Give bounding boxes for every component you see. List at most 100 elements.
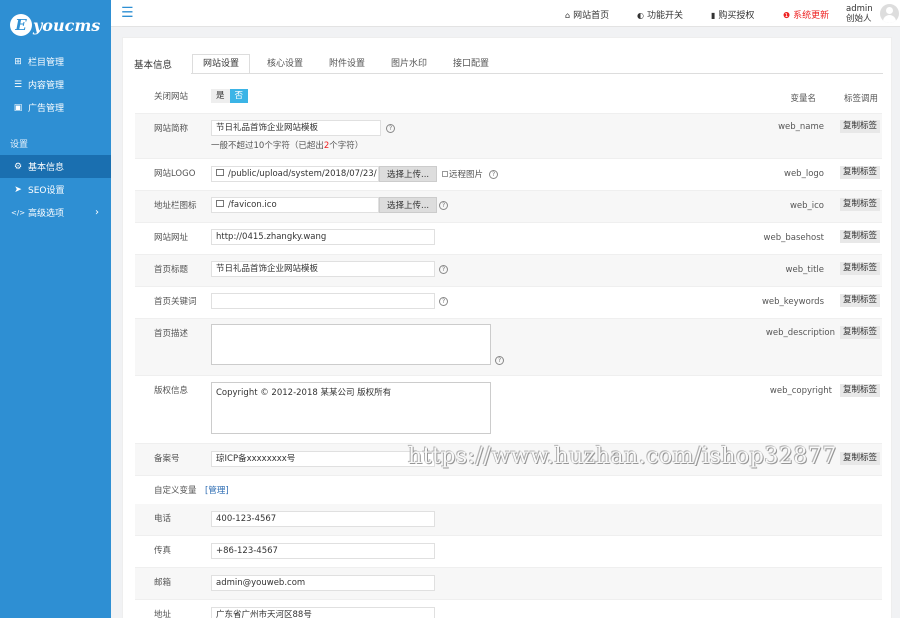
copy-tag-button[interactable]: 复制标签	[839, 384, 880, 397]
favicon-value: /favicon.ico	[228, 200, 277, 210]
row-fax: 传真 +86-123-4567	[135, 536, 882, 568]
upload-logo-button[interactable]: 选择上传...	[379, 166, 438, 182]
copy-tag-button[interactable]: 复制标签	[839, 326, 880, 339]
row-close-site: 关闭网站 是 否 变量名 标签调用	[135, 82, 882, 114]
home-link[interactable]: ⌂ 网站首页	[565, 8, 609, 21]
buy-license-link[interactable]: ▮ 购买授权	[711, 8, 754, 21]
varname: web_copyright	[769, 386, 832, 396]
copy-tag-button[interactable]: 复制标签	[839, 452, 880, 465]
image-icon: ▣	[13, 102, 23, 113]
help-icon[interactable]: ?	[386, 124, 395, 133]
site-name-hint: 一般不超过10个字符（已超出2个字符）	[211, 139, 363, 151]
tab-core-settings[interactable]: 核心设置	[256, 54, 314, 74]
logo-text: youcms	[33, 15, 101, 35]
row-icp: 备案号 琼ICP备xxxxxxxx号 复制标签	[135, 444, 882, 476]
copy-tag-button[interactable]: 复制标签	[839, 262, 880, 275]
user-role: 创始人	[846, 14, 872, 24]
copy-tag-button[interactable]: 复制标签	[839, 294, 880, 307]
buy-license-label: 购买授权	[718, 11, 755, 21]
varname-header: 变量名	[790, 94, 816, 104]
custom-vars-label: 自定义变量	[154, 486, 197, 496]
home-title-label: 首页标题	[154, 265, 189, 275]
email-label: 邮箱	[154, 578, 172, 588]
favicon-input[interactable]: /favicon.ico	[211, 197, 379, 213]
sidebar-item-label: 基本信息	[28, 163, 65, 173]
icp-label: 备案号	[154, 454, 180, 464]
toggle-no[interactable]: 否	[229, 89, 249, 103]
remote-image-label: 远程图片	[449, 170, 484, 180]
home-keywords-input[interactable]	[211, 293, 435, 309]
site-logo-value: /public/upload/system/2018/07/23/	[228, 169, 377, 179]
help-icon[interactable]: ?	[439, 201, 448, 210]
row-address: 地址 广东省广州市天河区88号	[135, 600, 882, 618]
list-icon: ☰	[13, 79, 23, 90]
manage-link[interactable]: [管理]	[205, 484, 229, 496]
avatar[interactable]	[880, 4, 899, 23]
varname: web_basehost	[763, 233, 824, 243]
varname: web_keywords	[761, 297, 824, 307]
tab-site-settings[interactable]: 网站设置	[192, 54, 251, 74]
logo[interactable]: E youcms	[0, 0, 111, 50]
row-site-logo: 网站LOGO /public/upload/system/2018/07/23/…	[135, 159, 882, 191]
remote-image-checkbox[interactable]: 远程图片	[442, 168, 483, 180]
checkbox[interactable]	[442, 171, 448, 177]
sidebar-item-ads[interactable]: ▣ 广告管理	[0, 96, 111, 119]
varname: web_name	[778, 122, 824, 132]
sidebar-item-content[interactable]: ☰ 内容管理	[0, 73, 111, 96]
favicon-label: 地址栏图标	[154, 201, 197, 211]
site-logo-input[interactable]: /public/upload/system/2018/07/23/	[211, 166, 379, 182]
send-icon: ➤	[14, 184, 22, 195]
site-logo-label: 网站LOGO	[154, 169, 196, 179]
address-input[interactable]: 广东省广州市天河区88号	[211, 607, 435, 618]
copy-tag-button[interactable]: 复制标签	[839, 166, 880, 179]
site-name-input[interactable]: 节日礼品首饰企业网站模板	[211, 120, 381, 136]
tab-api-config[interactable]: 接口配置	[442, 54, 500, 74]
copy-tag-button[interactable]: 复制标签	[839, 120, 880, 133]
help-icon[interactable]: ?	[439, 297, 448, 306]
toggle-yes[interactable]: 是	[211, 89, 230, 103]
system-update-label: 系统更新	[793, 11, 830, 21]
tab-bar: 基本信息 网站设置 核心设置 附件设置 图片水印 接口配置	[123, 38, 893, 74]
close-site-toggle[interactable]: 是 否	[211, 89, 249, 103]
home-description-textarea[interactable]	[211, 324, 491, 365]
help-icon[interactable]: ?	[439, 265, 448, 274]
sidebar-item-label: 高级选项	[28, 209, 65, 219]
gear-icon: ⚙	[13, 161, 23, 172]
copy-tag-button[interactable]: 复制标签	[839, 198, 880, 211]
home-keywords-label: 首页关键词	[154, 297, 197, 307]
sidebar-item-seo[interactable]: ➤ SEO设置	[0, 178, 111, 201]
varname: web_description	[765, 328, 835, 338]
system-update-link[interactable]: ❶ 系统更新	[783, 8, 829, 21]
user-name: admin	[846, 4, 873, 14]
row-email: 邮箱 admin@youweb.com	[135, 568, 882, 600]
site-url-label: 网站网址	[154, 233, 189, 243]
home-title-input[interactable]: 节日礼品首饰企业网站模板	[211, 261, 435, 277]
icp-input[interactable]: 琼ICP备xxxxxxxx号	[211, 451, 435, 467]
home-description-label: 首页描述	[154, 329, 189, 339]
tab-attachment-settings[interactable]: 附件设置	[318, 54, 376, 74]
copy-tag-button[interactable]: 复制标签	[839, 230, 880, 243]
row-favicon: 地址栏图标 /favicon.ico 选择上传... ? web_ico 复制标…	[135, 191, 882, 223]
email-input[interactable]: admin@youweb.com	[211, 575, 435, 591]
sidebar-item-advanced[interactable]: </> 高级选项 ›	[0, 201, 111, 224]
fax-input[interactable]: +86-123-4567	[211, 543, 435, 559]
row-phone: 电话 400-123-4567	[135, 504, 882, 536]
help-icon[interactable]: ?	[495, 356, 504, 365]
hint-text: 一般不超过10个字符（已超出	[211, 141, 324, 151]
copyright-textarea[interactable]: Copyright © 2012-2018 某某公司 版权所有	[211, 382, 491, 434]
user-menu[interactable]: admin 创始人	[846, 4, 873, 24]
upload-favicon-button[interactable]: 选择上传...	[379, 197, 438, 213]
menu-toggle-icon[interactable]: ☰	[121, 5, 134, 21]
phone-input[interactable]: 400-123-4567	[211, 511, 435, 527]
sidebar-item-label: 广告管理	[28, 104, 65, 114]
address-label: 地址	[154, 610, 172, 618]
help-icon[interactable]: ?	[489, 170, 498, 179]
feature-toggle-link[interactable]: ◐ 功能开关	[637, 8, 683, 21]
tab-image-watermark[interactable]: 图片水印	[380, 54, 438, 74]
sidebar-item-columns[interactable]: ⊞ 栏目管理	[0, 50, 111, 73]
hint-text-end: 个字符）	[329, 141, 364, 151]
sidebar-item-label: SEO设置	[28, 186, 65, 196]
sidebar-item-basic-info[interactable]: ⚙ 基本信息	[0, 155, 111, 178]
site-url-input[interactable]: http://0415.zhangky.wang	[211, 229, 435, 245]
chevron-right-icon: ›	[95, 207, 99, 218]
